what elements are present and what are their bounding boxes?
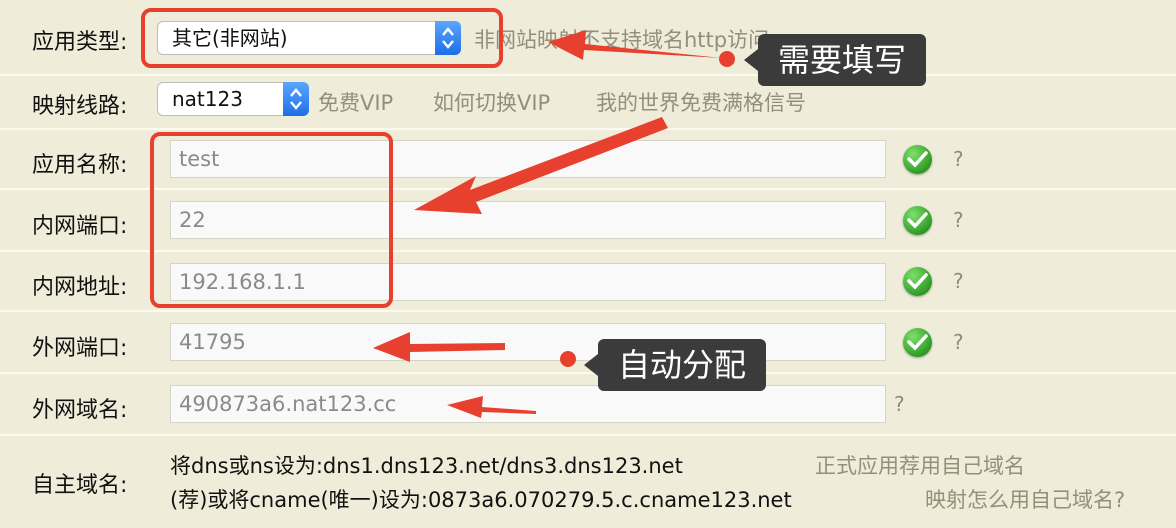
- callout-auto-text: 自动分配: [618, 346, 747, 384]
- custom-domain-label: 自主域名:: [32, 473, 128, 498]
- link-minecraft-signal[interactable]: 我的世界免费满格信号: [596, 87, 806, 117]
- row-route: 映射线路: nat123 免费VIP 如何切换VIP 我的世界免费满格信号: [0, 76, 1176, 130]
- callout-fill-text: 需要填写: [778, 41, 907, 79]
- route-select-value: nat123: [172, 87, 243, 111]
- check-icon: [903, 145, 932, 174]
- row-custom-domain: 自主域名: 将dns或ns设为:dns1.dns123.net/dns3.dns…: [0, 436, 1176, 528]
- help-icon[interactable]: ?: [953, 147, 964, 171]
- annotation-dot: [719, 51, 735, 67]
- check-icon: [903, 267, 932, 296]
- select-stepper-icon: [283, 82, 309, 116]
- help-icon[interactable]: ?: [953, 269, 964, 293]
- app-type-label: 应用类型:: [32, 30, 128, 55]
- wan-domain-label: 外网域名:: [32, 398, 128, 423]
- highlight-box-required-fields: [150, 132, 393, 308]
- wan-port-input[interactable]: 41795: [170, 323, 886, 361]
- link-how-own-domain[interactable]: 映射怎么用自己域名?: [925, 484, 1125, 514]
- custom-domain-cname-text: (荐)或将cname(唯一)设为:0873a6.070279.5.c.cname…: [170, 488, 792, 512]
- route-select[interactable]: nat123: [157, 82, 309, 116]
- wan-domain-input[interactable]: 490873a6.nat123.cc: [170, 385, 886, 423]
- link-switch-vip[interactable]: 如何切换VIP: [433, 87, 550, 117]
- app-name-label: 应用名称:: [32, 153, 128, 178]
- highlight-box-app-type: [141, 8, 503, 68]
- route-label: 映射线路:: [32, 94, 128, 119]
- check-icon: [903, 206, 932, 235]
- link-free-vip[interactable]: 免费VIP: [318, 87, 393, 117]
- app-type-note: 非网站映射不支持域名http访问: [474, 28, 770, 52]
- annotation-dot: [560, 351, 576, 367]
- check-icon: [903, 328, 932, 357]
- help-icon[interactable]: ?: [894, 392, 905, 416]
- callout-fill-required: 需要填写: [744, 34, 927, 86]
- row-wan-domain: 外网域名: 490873a6.nat123.cc ?: [0, 374, 1176, 436]
- custom-domain-dns-text: 将dns或ns设为:dns1.dns123.net/dns3.dns123.ne…: [170, 454, 683, 478]
- help-icon[interactable]: ?: [953, 208, 964, 232]
- lan-port-label: 内网端口:: [32, 214, 128, 239]
- lan-addr-label: 内网地址:: [32, 275, 128, 300]
- link-use-own-domain[interactable]: 正式应用荐用自己域名: [815, 450, 1025, 480]
- help-icon[interactable]: ?: [953, 330, 964, 354]
- wan-port-label: 外网端口:: [32, 336, 128, 361]
- callout-auto-assigned: 自动分配: [584, 339, 767, 391]
